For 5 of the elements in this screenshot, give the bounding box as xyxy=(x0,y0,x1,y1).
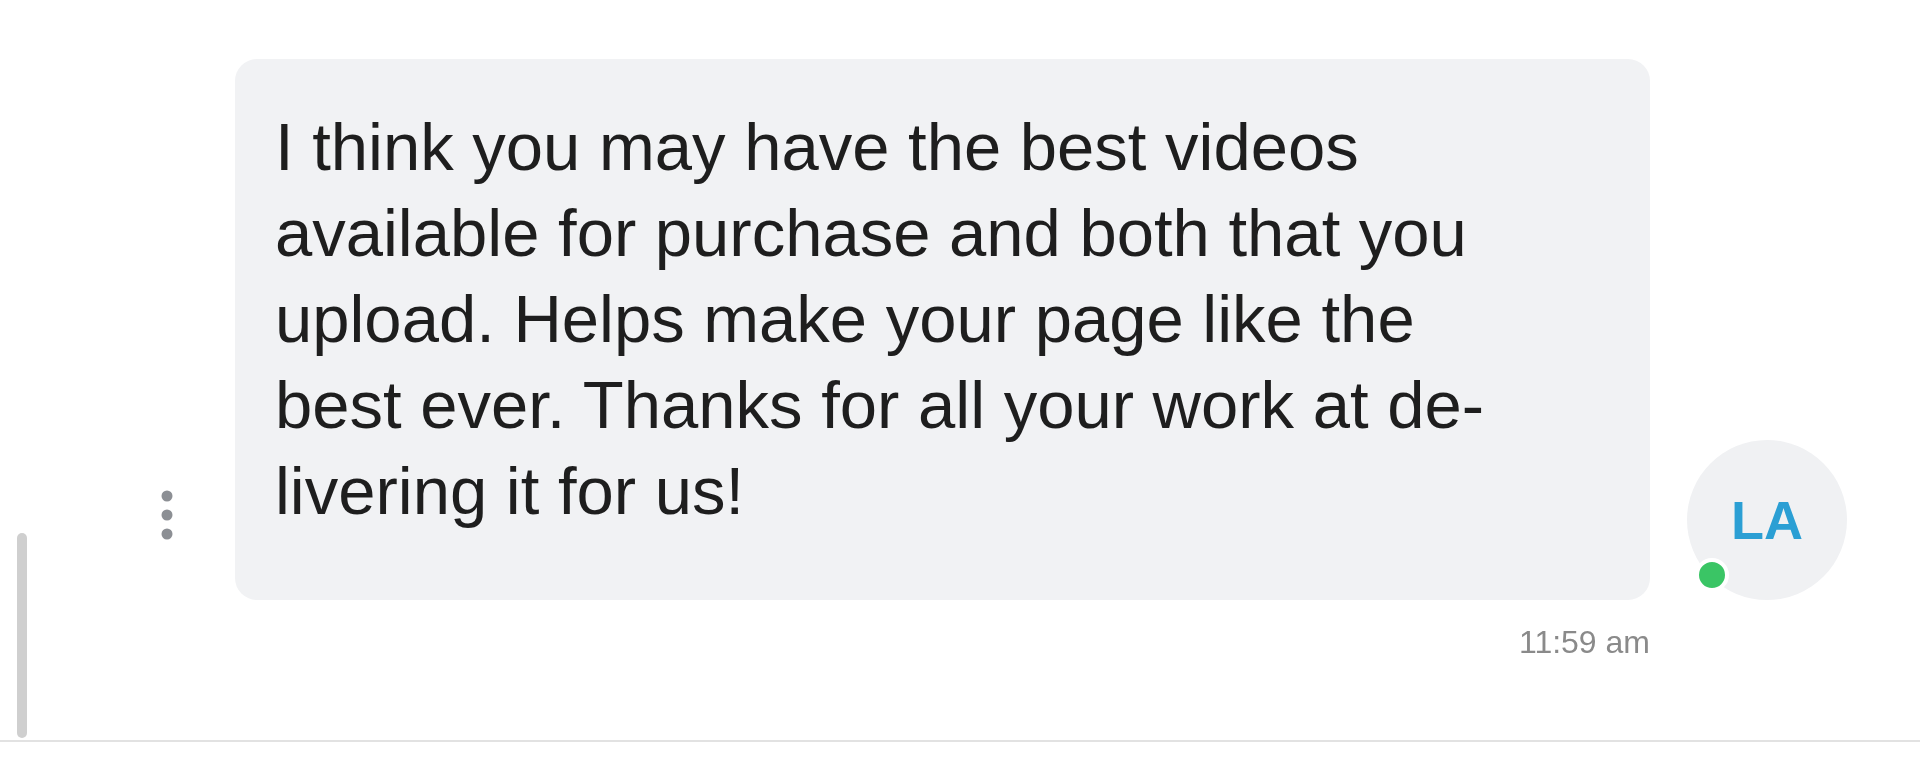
scrollbar[interactable] xyxy=(17,533,27,738)
more-options-icon[interactable] xyxy=(161,490,173,540)
message-text: I think you may have the best videos available for purchase and both that you upload. Helps make your page like the best ever. Thanks for all your work at de- livering it for us! xyxy=(275,108,1485,530)
user-avatar[interactable]: LA xyxy=(1687,440,1847,600)
message-time: 11:59 am xyxy=(1518,624,1650,661)
